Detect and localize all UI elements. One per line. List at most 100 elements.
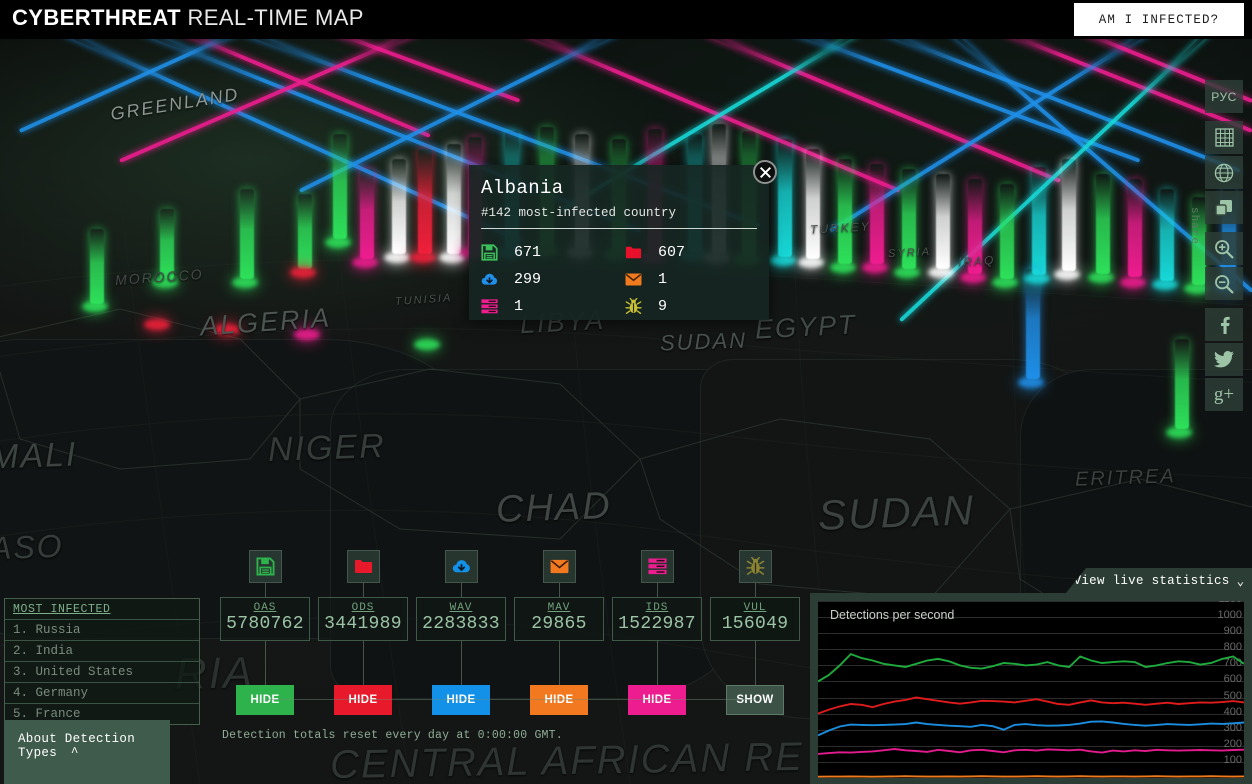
most-infected-row[interactable]: 1. Russia <box>5 619 199 640</box>
bug-icon <box>625 298 647 316</box>
chart-series-line <box>818 721 1244 735</box>
grid-view-icon[interactable] <box>1205 121 1243 154</box>
page-title: CYBERTHREAT REAL-TIME MAP <box>12 5 364 31</box>
chevron-up-icon: ^ <box>71 746 79 760</box>
server-stack-icon[interactable] <box>641 550 674 583</box>
app-header: CYBERTHREAT REAL-TIME MAP AM I INFECTED? <box>0 0 1252 39</box>
popup-rank-text: #142 most-infected country <box>481 199 757 229</box>
popup-stat-row: 1 <box>481 293 625 320</box>
layers-icon[interactable] <box>1205 191 1243 224</box>
detection-count-value: 2283833 <box>417 614 505 635</box>
globe-view-icon[interactable] <box>1205 156 1243 189</box>
popup-stat-value: 1 <box>514 298 523 315</box>
most-infected-list: 1. Russia2. India3. United States4. Germ… <box>5 619 199 724</box>
detection-type-column: VUL156049 SHOW <box>707 550 803 715</box>
cloud-download-icon[interactable] <box>445 550 478 583</box>
facebook-icon[interactable] <box>1205 308 1243 341</box>
most-infected-panel: MOST INFECTED 1. Russia2. India3. United… <box>4 598 200 725</box>
detection-counter-box: IDS1522987 <box>612 597 702 641</box>
map-tool-rail: РУС g+ <box>1205 80 1247 413</box>
chart-series-line <box>818 776 1244 777</box>
view-live-statistics-tab[interactable]: View live statistics ⌄ <box>1066 568 1252 593</box>
detection-toggle-button[interactable]: HIDE <box>530 685 588 715</box>
connector-line <box>657 641 658 685</box>
envelope-icon <box>625 271 647 289</box>
popup-country-name: Albania <box>469 165 769 199</box>
stats-tab-label: View live statistics <box>1074 574 1230 588</box>
chevron-down-icon: ⌄ <box>1237 573 1245 589</box>
detection-type-column: MAV29865 HIDE <box>511 550 607 715</box>
most-infected-row[interactable]: 4. Germany <box>5 682 199 703</box>
connector-line <box>265 583 266 597</box>
detection-code-label: WAV <box>417 602 505 614</box>
connector-line <box>657 583 658 597</box>
chart-series-line <box>818 749 1244 754</box>
popup-stat-value: 299 <box>514 271 541 288</box>
connector-line <box>265 699 755 700</box>
most-infected-header: MOST INFECTED <box>5 599 199 619</box>
detection-code-label: IDS <box>613 602 701 614</box>
detection-toggle-button[interactable]: HIDE <box>628 685 686 715</box>
am-i-infected-button[interactable]: AM I INFECTED? <box>1074 3 1244 36</box>
detection-counter-box: MAV29865 <box>514 597 604 641</box>
popup-stat-row: 9 <box>625 293 769 320</box>
connector-line <box>461 641 462 685</box>
popup-stat-grid: 671 607 299 1 1 9 <box>469 229 769 320</box>
popup-stat-row: 299 <box>481 266 625 293</box>
zoom-in-icon[interactable] <box>1205 232 1243 265</box>
popup-stat-row: 671 <box>481 239 625 266</box>
detection-code-label: MAV <box>515 602 603 614</box>
detection-toggle-button[interactable]: SHOW <box>726 685 784 715</box>
detection-code-label: ODS <box>319 602 407 614</box>
bug-icon[interactable] <box>739 550 772 583</box>
live-statistics-chart-panel: Detections per second 100200300400500600… <box>810 593 1252 784</box>
share-label: share <box>1188 207 1200 245</box>
detection-count-value: 29865 <box>515 614 603 635</box>
detection-type-column: WAV2283833 HIDE <box>413 550 509 715</box>
connector-line <box>461 583 462 597</box>
popup-stat-row: 607 <box>625 239 769 266</box>
cloud-download-icon <box>481 271 503 289</box>
detection-counter-box: ODS3441989 <box>318 597 408 641</box>
detection-counter-box: VUL156049 <box>710 597 800 641</box>
about-detection-types-label: About Detection Types ^ <box>4 720 170 760</box>
google-plus-icon[interactable]: g+ <box>1205 378 1243 411</box>
reset-note: Detection totals reset every day at 0:00… <box>222 729 563 742</box>
about-detection-types-panel[interactable]: About Detection Types ^ <box>4 720 170 784</box>
chart-lines <box>818 601 1244 778</box>
floppy-disk-icon[interactable] <box>249 550 282 583</box>
detection-type-column: ODS3441989 HIDE <box>315 550 411 715</box>
detection-type-column: IDS1522987 HIDE <box>609 550 705 715</box>
close-icon[interactable] <box>753 160 777 184</box>
cyberthreat-map-app: GREENLANDMOROCCOTUNISIATURKEYSYRIAIRAQAL… <box>0 0 1252 784</box>
connector-line <box>363 583 364 597</box>
folder-icon <box>625 244 647 262</box>
detection-code-label: OAS <box>221 602 309 614</box>
popup-stat-value: 1 <box>658 271 667 288</box>
connector-line <box>363 641 364 685</box>
most-infected-row[interactable]: 2. India <box>5 640 199 661</box>
folder-icon[interactable] <box>347 550 380 583</box>
detection-type-column: OAS5780762 HIDE <box>217 550 313 715</box>
detection-code-label: VUL <box>711 602 799 614</box>
connector-line <box>755 583 756 597</box>
most-infected-row[interactable]: 3. United States <box>5 661 199 682</box>
envelope-icon[interactable] <box>543 550 576 583</box>
chart-series-line <box>818 698 1244 714</box>
twitter-icon[interactable] <box>1205 343 1243 376</box>
zoom-out-icon[interactable] <box>1205 267 1243 300</box>
detection-count-value: 3441989 <box>319 614 407 635</box>
brand-light: REAL-TIME MAP <box>188 5 364 30</box>
floppy-disk-icon <box>481 244 503 262</box>
connector-line <box>559 583 560 597</box>
detection-counter-box: WAV2283833 <box>416 597 506 641</box>
brand-bold: CYBERTHREAT <box>12 5 181 30</box>
detection-counter-box: OAS5780762 <box>220 597 310 641</box>
language-toggle[interactable]: РУС <box>1205 80 1243 113</box>
detection-toggle-button[interactable]: HIDE <box>432 685 490 715</box>
popup-stat-row: 1 <box>625 266 769 293</box>
popup-stat-value: 671 <box>514 244 541 261</box>
detection-count-value: 156049 <box>711 614 799 635</box>
detection-toggle-button[interactable]: HIDE <box>236 685 294 715</box>
detection-toggle-button[interactable]: HIDE <box>334 685 392 715</box>
